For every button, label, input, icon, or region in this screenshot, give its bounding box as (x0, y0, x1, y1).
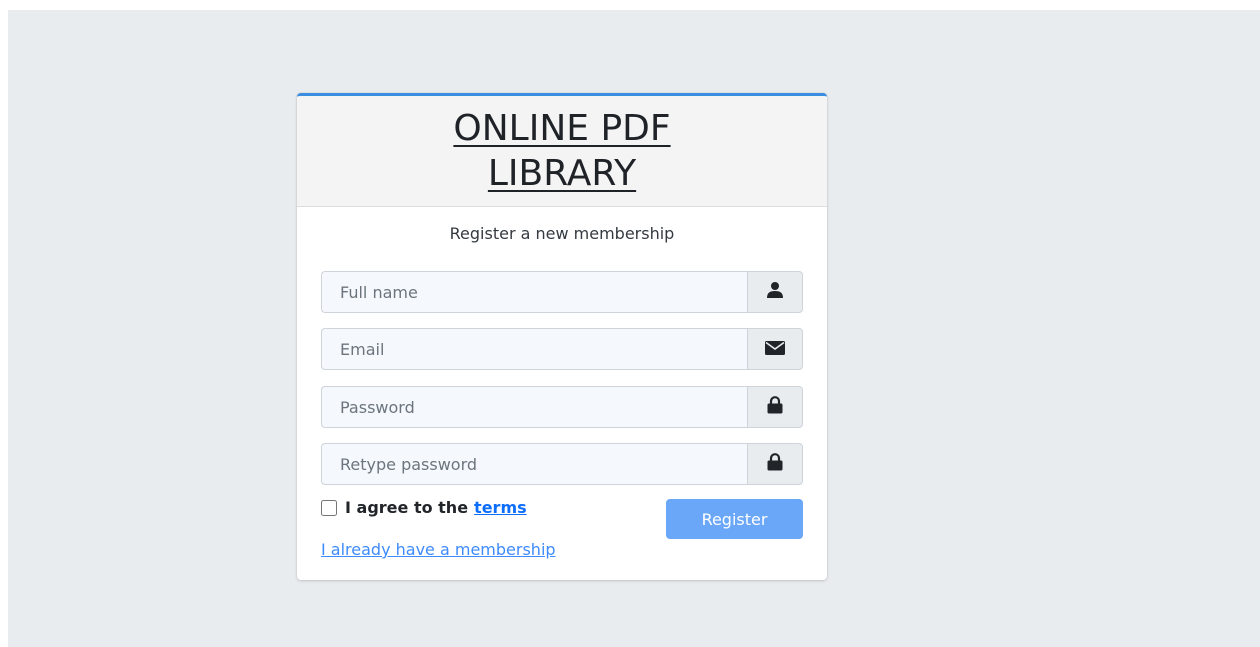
retype-password-group (321, 443, 803, 485)
register-button[interactable]: Register (666, 499, 803, 539)
terms-link[interactable]: terms (474, 498, 527, 517)
password-addon (747, 386, 803, 428)
lock-icon (767, 396, 783, 418)
envelope-icon (765, 340, 785, 359)
card-header: ONLINE PDF LIBRARY (297, 96, 827, 207)
email-addon (747, 328, 803, 370)
full-name-input[interactable] (321, 271, 747, 313)
user-icon (766, 281, 784, 303)
email-input[interactable] (321, 328, 747, 370)
brand-title-link[interactable]: ONLINE PDF LIBRARY (392, 106, 732, 196)
register-message: Register a new membership (449, 224, 675, 243)
lock-icon (767, 453, 783, 475)
password-group (321, 386, 803, 428)
full-name-group (321, 271, 803, 313)
agree-terms-row: I agree to the terms (321, 498, 527, 517)
full-name-addon (747, 271, 803, 313)
retype-password-input[interactable] (321, 443, 747, 485)
retype-password-addon (747, 443, 803, 485)
brand-title-line-1: ONLINE PDF (453, 108, 671, 149)
brand-title-line-2: LIBRARY (487, 153, 637, 194)
email-group (321, 328, 803, 370)
agree-terms-label: I agree to the (345, 498, 469, 517)
password-input[interactable] (321, 386, 747, 428)
agree-terms-checkbox[interactable] (321, 499, 337, 516)
register-card: ONLINE PDF LIBRARY Register a new member… (297, 93, 827, 580)
already-member-link[interactable]: I already have a membership (321, 540, 556, 559)
page-background: ONLINE PDF LIBRARY Register a new member… (8, 10, 1260, 647)
